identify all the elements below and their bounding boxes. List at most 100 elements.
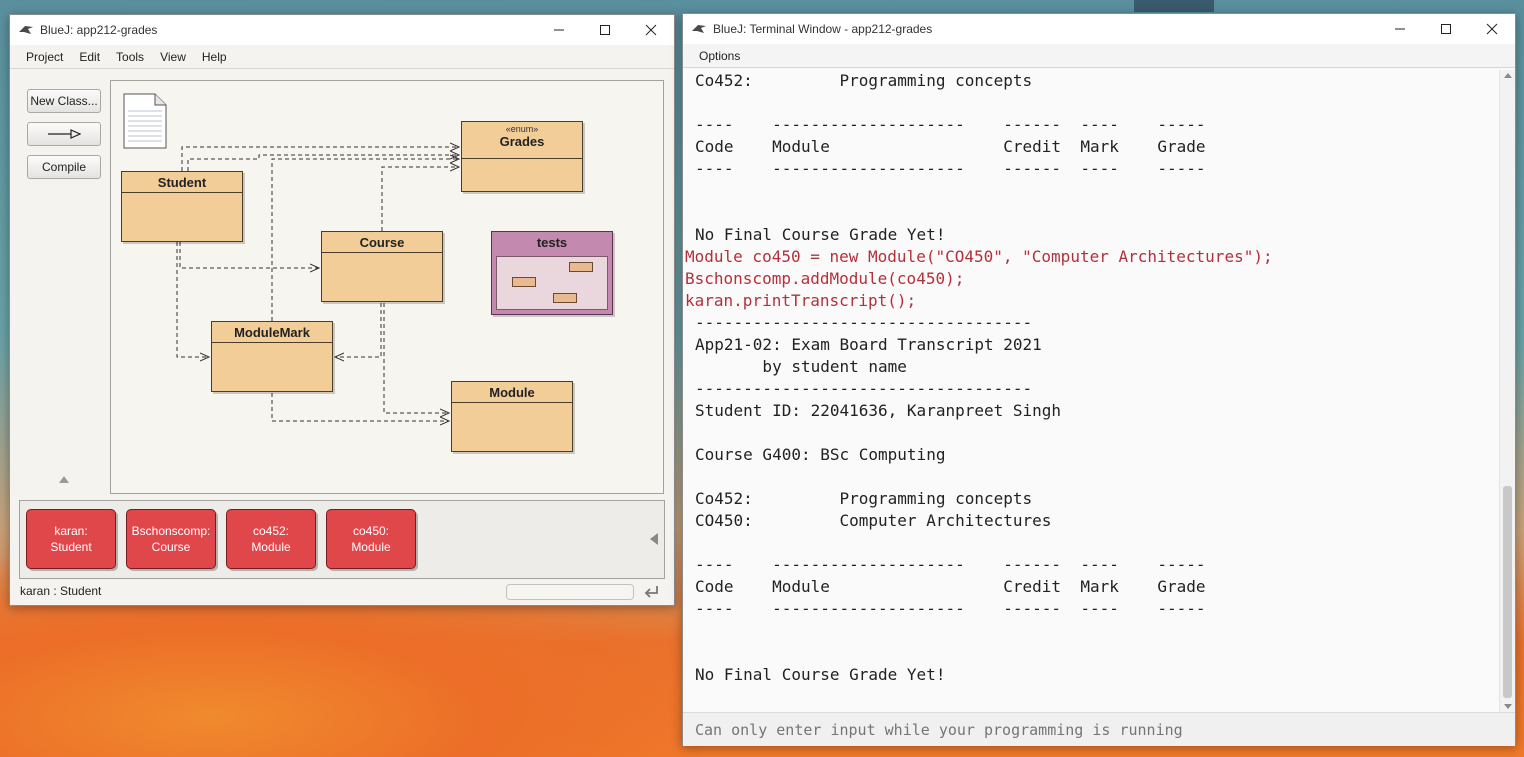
uses-arrow-icon (48, 129, 81, 139)
class-grades[interactable]: «enum» Grades (461, 121, 583, 192)
package-tests-preview (496, 256, 608, 310)
class-module[interactable]: Module (451, 381, 573, 452)
class-course[interactable]: Course (321, 231, 443, 302)
minimize-icon (1395, 28, 1405, 30)
object-name: co450: (352, 524, 390, 538)
maximize-icon (600, 25, 610, 35)
menu-tools[interactable]: Tools (108, 50, 152, 64)
terminal-output-line: No Final Course Grade Yet! (695, 225, 946, 244)
menu-edit[interactable]: Edit (71, 50, 108, 64)
close-button[interactable] (628, 15, 674, 45)
bluej-main-window: BlueJ: app212-grades Project Edit Tools … (9, 14, 675, 606)
class-grades-stereotype: «enum» (505, 124, 539, 134)
terminal-output-line: Co452: Programming concepts (695, 489, 1033, 508)
object-name: karan: (54, 524, 88, 538)
object-type: Module (351, 540, 391, 554)
minimize-button[interactable] (1377, 14, 1423, 44)
compile-button[interactable]: Compile (27, 155, 101, 179)
maximize-button[interactable] (1423, 14, 1469, 44)
class-student[interactable]: Student (121, 171, 243, 242)
object-type: Module (251, 540, 291, 554)
main-window-title: BlueJ: app212-grades (40, 23, 158, 37)
new-class-button[interactable]: New Class... (27, 89, 101, 113)
terminal-input[interactable] (683, 712, 1515, 746)
menu-project[interactable]: Project (18, 50, 71, 64)
main-menubar: Project Edit Tools View Help (10, 45, 674, 69)
package-tests-name: tests (536, 235, 568, 250)
menu-help[interactable]: Help (194, 50, 235, 64)
object-bschonscomp[interactable]: Bschonscomp: Course (126, 509, 216, 569)
class-modulemark-name: ModuleMark (212, 322, 332, 343)
terminal-output-line: Course G400: BSc Computing (695, 445, 946, 464)
maximize-button[interactable] (582, 15, 628, 45)
class-diagram-canvas[interactable]: «enum» Grades Student Course tests Modul… (110, 80, 664, 494)
class-modulemark[interactable]: ModuleMark (211, 321, 333, 392)
terminal-output-line: Student ID: 22041636, Karanpreet Singh (695, 401, 1062, 420)
package-mini-class (553, 293, 577, 303)
terminal-output-line: CO450: Computer Architectures (695, 511, 1052, 530)
menu-view[interactable]: View (152, 50, 194, 64)
triangle-up-icon[interactable] (59, 476, 69, 483)
package-tests[interactable]: tests (491, 231, 613, 315)
class-course-name: Course (322, 232, 442, 253)
object-karan[interactable]: karan: Student (26, 509, 116, 569)
close-button[interactable] (1469, 14, 1515, 44)
object-type: Student (50, 540, 92, 554)
main-titlebar[interactable]: BlueJ: app212-grades (10, 15, 674, 45)
terminal-output-line: ---- -------------------- ------ ---- --… (695, 115, 1206, 134)
class-module-name: Module (452, 382, 572, 403)
triangle-left-icon[interactable] (650, 533, 658, 545)
maximize-icon (1441, 24, 1451, 34)
status-text: karan : Student (20, 584, 102, 598)
terminal-output-line: by student name (695, 357, 907, 376)
terminal-output-line: No Final Course Grade Yet! (695, 665, 946, 684)
package-mini-class (569, 262, 593, 272)
class-grades-header: «enum» Grades (462, 122, 582, 159)
bluej-bird-icon (692, 25, 706, 33)
scroll-down-icon[interactable] (1504, 704, 1512, 709)
terminal-window: BlueJ: Terminal Window - app212-grades O… (682, 13, 1516, 746)
reset-vm-icon[interactable] (642, 583, 660, 601)
object-name: co452: (252, 524, 290, 538)
object-bench: karan: Student Bschonscomp: Course co452… (19, 500, 665, 579)
class-student-name: Student (122, 172, 242, 193)
terminal-titlebar[interactable]: BlueJ: Terminal Window - app212-grades (683, 14, 1515, 44)
terminal-scrollbar[interactable] (1499, 70, 1515, 712)
minimize-button[interactable] (536, 15, 582, 45)
menu-options[interactable]: Options (691, 49, 748, 63)
scroll-up-icon[interactable] (1504, 73, 1512, 78)
desktop-background-detail (1134, 0, 1214, 12)
terminal-output-line: Code Module Credit Mark Grade (695, 577, 1206, 596)
terminal-output-line: Co452: Programming concepts (695, 71, 1033, 90)
tool-panel: New Class... Compile (27, 89, 101, 188)
object-name: Bschonscomp: (131, 524, 211, 538)
terminal-command-line: Module co450 = new Module("CO450", "Comp… (685, 247, 1273, 266)
terminal-output[interactable]: Co452: Programming concepts ---- --------… (683, 70, 1499, 712)
terminal-output-line: App21-02: Exam Board Transcript 2021 (695, 335, 1042, 354)
terminal-output-line: ----------------------------------- (695, 379, 1033, 398)
object-co452[interactable]: co452: Module (226, 509, 316, 569)
close-icon (645, 24, 657, 36)
terminal-output-line: ---- -------------------- ------ ---- --… (695, 159, 1206, 178)
scrollbar-thumb[interactable] (1503, 486, 1512, 698)
object-type: Course (151, 540, 191, 554)
package-mini-class (512, 277, 536, 287)
vm-progress-bar (506, 584, 634, 600)
class-grades-name: Grades (499, 134, 545, 149)
object-co450[interactable]: co450: Module (326, 509, 416, 569)
minimize-icon (554, 29, 564, 31)
terminal-command-line: karan.printTranscript(); (685, 291, 917, 310)
new-uses-arrow-button[interactable] (27, 122, 101, 146)
terminal-output-line: ----------------------------------- (695, 313, 1033, 332)
terminal-menubar: Options (683, 44, 1515, 68)
readme-document-icon[interactable] (123, 93, 167, 149)
terminal-window-title: BlueJ: Terminal Window - app212-grades (713, 22, 933, 36)
